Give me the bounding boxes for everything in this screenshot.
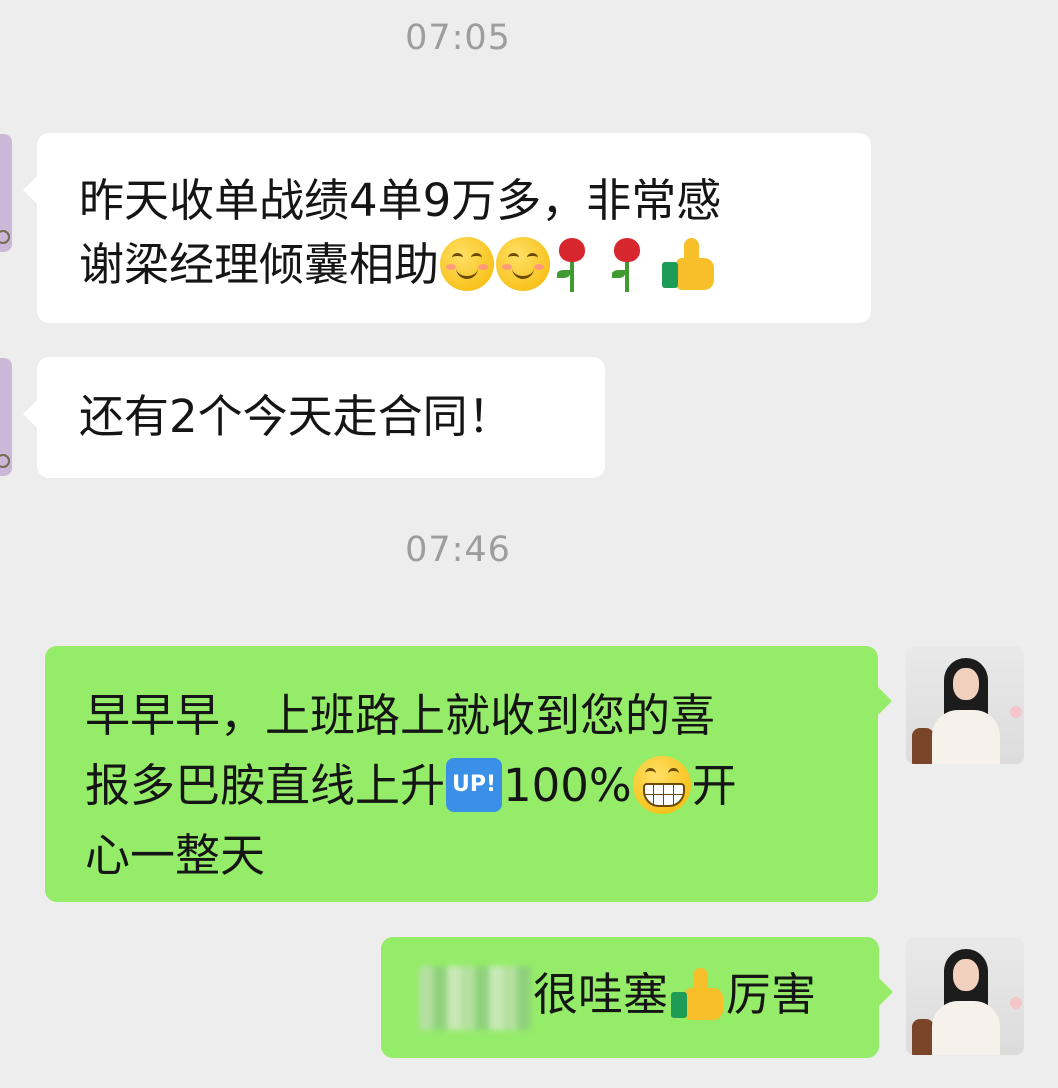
message-text-line: 昨天收单战绩4单9万多，非常感 <box>79 174 722 227</box>
message-text-line: 心一整天 <box>85 829 266 882</box>
smiling-face-icon <box>496 237 551 291</box>
my-avatar[interactable] <box>906 646 1024 764</box>
incoming-message-bubble[interactable]: 昨天收单战绩4单9万多，非常感 谢梁经理倾囊相助 <box>23 133 871 323</box>
rose-icon <box>607 234 647 294</box>
message-text: 100% <box>503 759 632 812</box>
grinning-face-icon <box>632 756 691 814</box>
redacted-text <box>419 966 531 1030</box>
bubble-tail <box>878 977 893 1007</box>
message-text: 报多巴胺直线上升 <box>85 759 446 812</box>
outgoing-message-bubble[interactable]: 早早早，上班路上就收到您的喜 报多巴胺直线上升 UP! 100% 开 心一整天 <box>45 646 892 902</box>
timestamp: 07:05 <box>405 18 511 58</box>
incoming-message-bubble[interactable]: 还有2个今天走合同！ <box>23 357 605 478</box>
message-text-line: 早早早，上班路上就收到您的喜 <box>85 689 716 742</box>
bubble-tail <box>23 399 38 429</box>
timestamp: 07:46 <box>405 530 511 570</box>
thumbs-up-icon <box>660 236 716 292</box>
smiling-face-icon <box>440 237 495 291</box>
message-text-line: 还有2个今天走合同！ <box>79 390 513 443</box>
sender-avatar[interactable] <box>0 134 12 252</box>
message-text-line: 报多巴胺直线上升 UP! 100% 开 <box>85 751 838 821</box>
message-text-line: 很哇塞 厉害 <box>419 963 839 1030</box>
rose-icon <box>552 234 592 294</box>
thumbs-up-icon <box>669 966 725 1022</box>
my-avatar[interactable] <box>906 937 1024 1055</box>
bubble-tail <box>23 175 38 205</box>
up-button-icon: UP! <box>446 758 503 812</box>
outgoing-message-bubble[interactable]: 很哇塞 厉害 <box>381 937 893 1058</box>
bubble-tail <box>877 686 892 716</box>
message-text: 厉害 <box>726 968 817 1021</box>
message-text: 谢梁经理倾囊相助 <box>79 238 440 291</box>
sender-avatar[interactable] <box>0 358 12 476</box>
message-text: 很哇塞 <box>533 968 669 1021</box>
message-text-line: 谢梁经理倾囊相助 <box>79 233 831 297</box>
message-text: 开 <box>691 759 737 812</box>
